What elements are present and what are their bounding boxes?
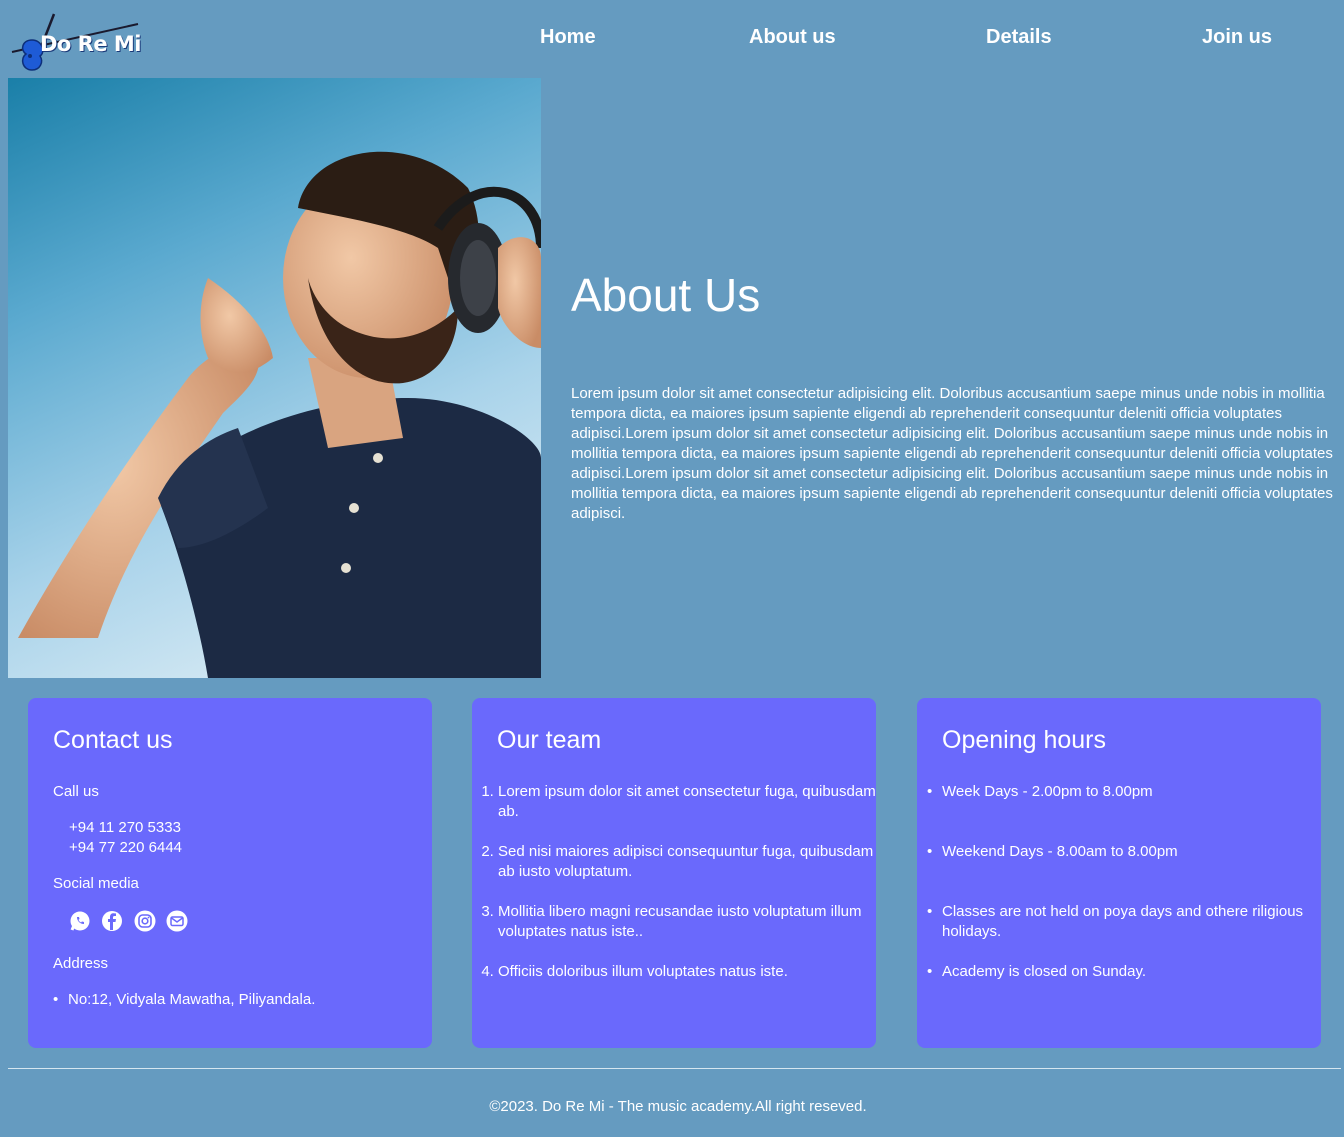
hours-list-item: Academy is closed on Sunday. [927, 962, 1321, 982]
whatsapp-icon[interactable] [69, 910, 91, 932]
about-title: About Us [571, 269, 761, 321]
hours-list: Week Days - 2.00pm to 8.00pm Weekend Day… [927, 782, 1321, 982]
team-list-item: Officiis doloribus illum voluptates natu… [498, 962, 876, 982]
address-label: Address [53, 955, 109, 972]
phone-number-1[interactable]: +94 11 270 5333 [69, 818, 181, 838]
logo[interactable]: Do Re Mi [10, 10, 142, 74]
opening-hours-card: Opening hours Week Days - 2.00pm to 8.00… [917, 698, 1321, 1048]
call-us-label: Call us [53, 783, 99, 800]
team-title: Our team [497, 726, 602, 754]
footer-copyright: ©2023. Do Re Mi - The music academy.All … [489, 1098, 867, 1115]
nav-details[interactable]: Details [986, 26, 1052, 49]
nav-about-us[interactable]: About us [749, 26, 836, 49]
site-header: Do Re Mi Home About us Details Join us [0, 0, 1344, 78]
social-media-label: Social media [53, 875, 139, 892]
team-list: Lorem ipsum dolor sit amet consectetur f… [482, 782, 876, 1002]
instagram-icon[interactable] [134, 910, 156, 932]
social-icons [69, 910, 194, 934]
team-card: Our team Lorem ipsum dolor sit amet cons… [472, 698, 876, 1048]
hours-list-item: Classes are not held on poya days and ot… [927, 902, 1321, 942]
team-list-item: Lorem ipsum dolor sit amet consectetur f… [498, 782, 876, 822]
nav-join-us[interactable]: Join us [1202, 26, 1272, 49]
address-text: No:12, Vidyala Mawatha, Piliyandala. [53, 990, 315, 1010]
hero-photo [8, 78, 541, 678]
logo-text: Do Re Mi [40, 32, 142, 56]
hours-list-item: Week Days - 2.00pm to 8.00pm [927, 782, 1321, 802]
facebook-icon[interactable] [101, 910, 123, 932]
team-list-item: Mollitia libero magni recusandae iusto v… [498, 902, 876, 942]
team-list-item: Sed nisi maiores adipisci consequuntur f… [498, 842, 876, 882]
phone-number-2[interactable]: +94 77 220 6444 [69, 838, 182, 858]
contact-title: Contact us [53, 726, 173, 754]
email-icon[interactable] [166, 910, 188, 932]
footer-divider [8, 1068, 1341, 1069]
about-description: Lorem ipsum dolor sit amet consectetur a… [571, 385, 1333, 522]
contact-card: Contact us Call us +94 11 270 5333 +94 7… [28, 698, 432, 1048]
hours-list-item: Weekend Days - 8.00am to 8.00pm [927, 842, 1321, 862]
nav-home[interactable]: Home [540, 26, 596, 49]
opening-hours-title: Opening hours [942, 726, 1107, 754]
